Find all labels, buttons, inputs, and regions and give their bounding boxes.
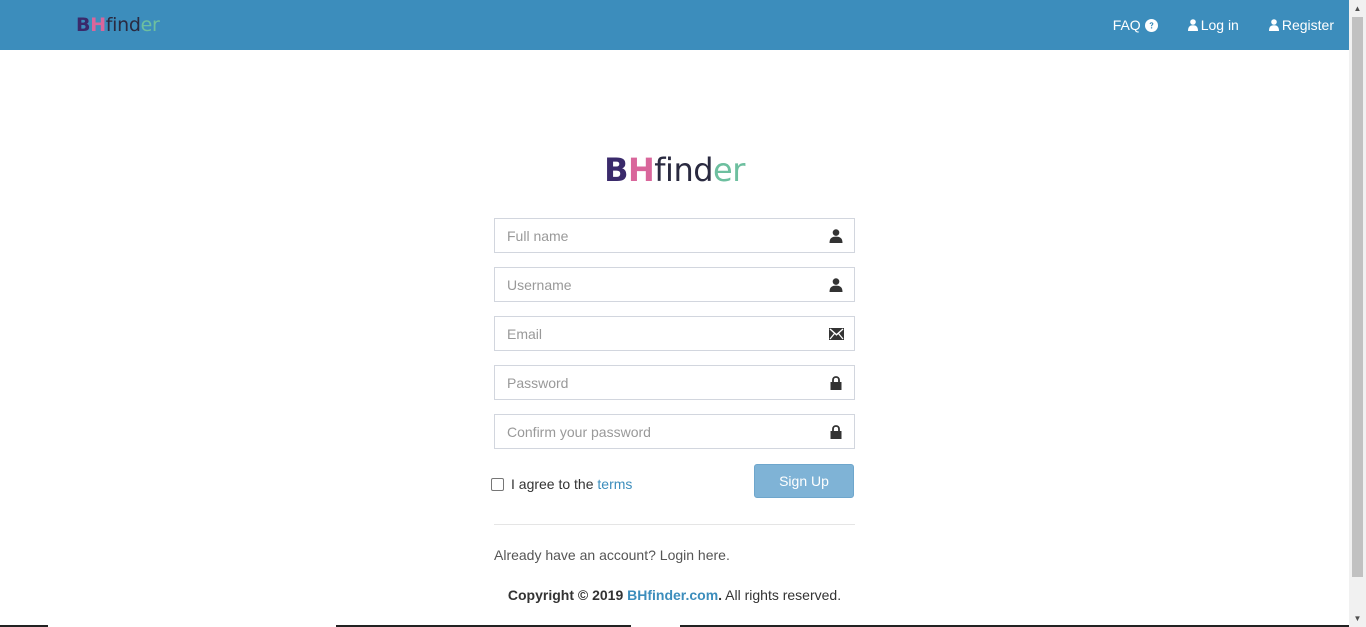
- user-icon: [1268, 19, 1279, 31]
- signup-button[interactable]: Sign Up: [754, 464, 854, 498]
- copyright-rights: All rights reserved.: [722, 587, 842, 603]
- fullname-field: [494, 218, 855, 253]
- copyright: Copyright © 2019 BHfinder.com. All right…: [0, 587, 1349, 603]
- logo-find: find: [654, 151, 714, 189]
- envelope-icon: [828, 326, 844, 342]
- password-input[interactable]: [495, 366, 854, 399]
- logo-er: er: [713, 151, 745, 189]
- agree-label: I agree to the terms: [511, 476, 632, 492]
- brand-letter-h: H: [90, 14, 106, 36]
- fullname-input[interactable]: [495, 219, 854, 252]
- login-here-link[interactable]: Already have an account? Login here.: [494, 547, 730, 563]
- site-link[interactable]: BHfinder.com: [627, 587, 718, 603]
- agree-prefix: I agree to the: [511, 476, 598, 492]
- scrollbar-thumb[interactable]: [1352, 17, 1363, 577]
- question-circle-icon: [1144, 18, 1158, 32]
- agree-row: I agree to the terms Sign Up: [491, 464, 855, 498]
- divider: [494, 524, 855, 525]
- confirm-password-input[interactable]: [495, 415, 854, 448]
- lock-icon: [828, 375, 844, 391]
- password-field: [494, 365, 855, 400]
- username-input[interactable]: [495, 268, 854, 301]
- user-icon: [828, 228, 844, 244]
- terms-checkbox[interactable]: [491, 478, 504, 491]
- login-label: Log in: [1200, 17, 1239, 33]
- user-icon: [828, 277, 844, 293]
- logo-letter-h: H: [628, 151, 655, 189]
- vertical-scrollbar[interactable]: ▲ ▼: [1349, 0, 1366, 627]
- faq-label: FAQ: [1112, 17, 1141, 33]
- user-icon: [1187, 19, 1198, 31]
- email-field: [494, 316, 855, 351]
- brand-letter-b: B: [76, 14, 91, 36]
- nav-links: FAQ Log in Register: [1083, 0, 1334, 50]
- terms-link[interactable]: terms: [597, 476, 632, 492]
- brand-er: er: [140, 14, 160, 36]
- lock-icon: [828, 424, 844, 440]
- login-link[interactable]: Log in: [1187, 17, 1239, 33]
- brand-logo[interactable]: BHfinder: [76, 14, 160, 36]
- username-field: [494, 267, 855, 302]
- signup-form: I agree to the terms Sign Up Already hav…: [491, 218, 855, 563]
- faq-link[interactable]: FAQ: [1113, 17, 1158, 33]
- register-label: Register: [1281, 17, 1334, 33]
- scroll-up-arrow-icon[interactable]: ▲: [1349, 0, 1366, 17]
- page-logo: BHfinder: [0, 150, 1349, 190]
- scroll-down-arrow-icon[interactable]: ▼: [1349, 610, 1366, 627]
- register-link[interactable]: Register: [1268, 17, 1334, 33]
- top-navbar: BHfinder FAQ Log in Register: [0, 0, 1349, 50]
- confirm-password-field: [494, 414, 855, 449]
- copyright-prefix: Copyright © 2019: [507, 587, 628, 603]
- logo-letter-b: B: [604, 151, 628, 189]
- brand-find: find: [105, 14, 141, 36]
- email-input[interactable]: [495, 317, 854, 350]
